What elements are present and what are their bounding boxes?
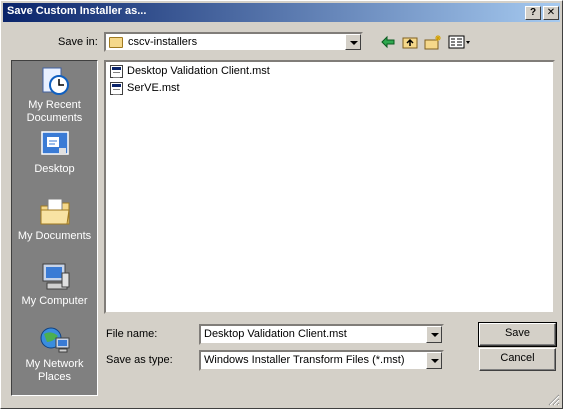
file-list[interactable]: Desktop Validation Client.mst SerVE.mst (104, 60, 555, 314)
recent-documents-icon (42, 67, 69, 95)
close-button[interactable]: ✕ (543, 6, 559, 20)
resize-grip-icon[interactable] (548, 394, 560, 406)
place-label: My Recent Documents (26, 99, 83, 124)
place-recent-documents[interactable]: My Recent Documents (12, 65, 97, 125)
place-my-documents[interactable]: My Documents (12, 196, 97, 243)
file-name: Desktop Validation Client.mst (127, 65, 270, 77)
save-as-type-label: Save as type: (106, 354, 173, 366)
place-desktop[interactable]: Desktop (12, 129, 97, 176)
save-in-label: Save in: (58, 36, 98, 48)
cancel-button[interactable]: Cancel (479, 348, 556, 371)
file-name-field[interactable]: Desktop Validation Client.mst (199, 324, 444, 345)
place-label: My Documents (17, 230, 92, 242)
up-folder-button[interactable] (400, 32, 422, 52)
save-in-dropdown[interactable]: cscv-installers (104, 32, 363, 52)
mst-file-icon (110, 65, 123, 78)
title-bar[interactable]: Save Custom Installer as... ? ✕ (3, 3, 560, 22)
help-button[interactable]: ? (525, 6, 541, 20)
chevron-down-icon[interactable] (345, 34, 361, 50)
views-menu-icon (448, 35, 470, 49)
new-folder-icon (424, 35, 441, 50)
save-as-type-dropdown[interactable]: Windows Installer Transform Files (*.mst… (199, 350, 444, 371)
file-name: SerVE.mst (127, 82, 180, 94)
place-label: Desktop (34, 163, 75, 175)
place-my-computer[interactable]: My Computer (12, 261, 97, 308)
save-dialog: Save Custom Installer as... ? ✕ Save in:… (0, 0, 563, 409)
folder-icon (109, 37, 123, 48)
my-documents-icon (40, 198, 70, 225)
place-label: My Computer (21, 295, 88, 307)
chevron-down-icon[interactable] (426, 352, 442, 369)
up-folder-icon (402, 37, 418, 49)
save-button[interactable]: Save (478, 322, 557, 347)
save-as-type-value: Windows Installer Transform Files (*.mst… (204, 354, 405, 366)
mst-file-icon (110, 82, 123, 95)
desktop-icon (40, 131, 69, 155)
views-menu-button[interactable] (446, 32, 472, 52)
save-in-value: cscv-installers (128, 36, 198, 48)
place-label: My Network Places (25, 358, 84, 383)
my-computer-icon (42, 263, 69, 290)
new-folder-button[interactable] (422, 32, 444, 52)
places-bar: My Recent Documents Desktop My Documents (11, 60, 98, 396)
back-icon (381, 35, 395, 49)
file-name-value[interactable]: Desktop Validation Client.mst (204, 328, 347, 340)
file-name-label: File name: (106, 328, 158, 340)
network-places-icon (40, 327, 69, 353)
window-title: Save Custom Installer as... (7, 5, 147, 17)
place-network-places[interactable]: My Network Places (12, 324, 97, 384)
chevron-down-icon[interactable] (426, 326, 442, 343)
back-button[interactable] (378, 32, 400, 52)
